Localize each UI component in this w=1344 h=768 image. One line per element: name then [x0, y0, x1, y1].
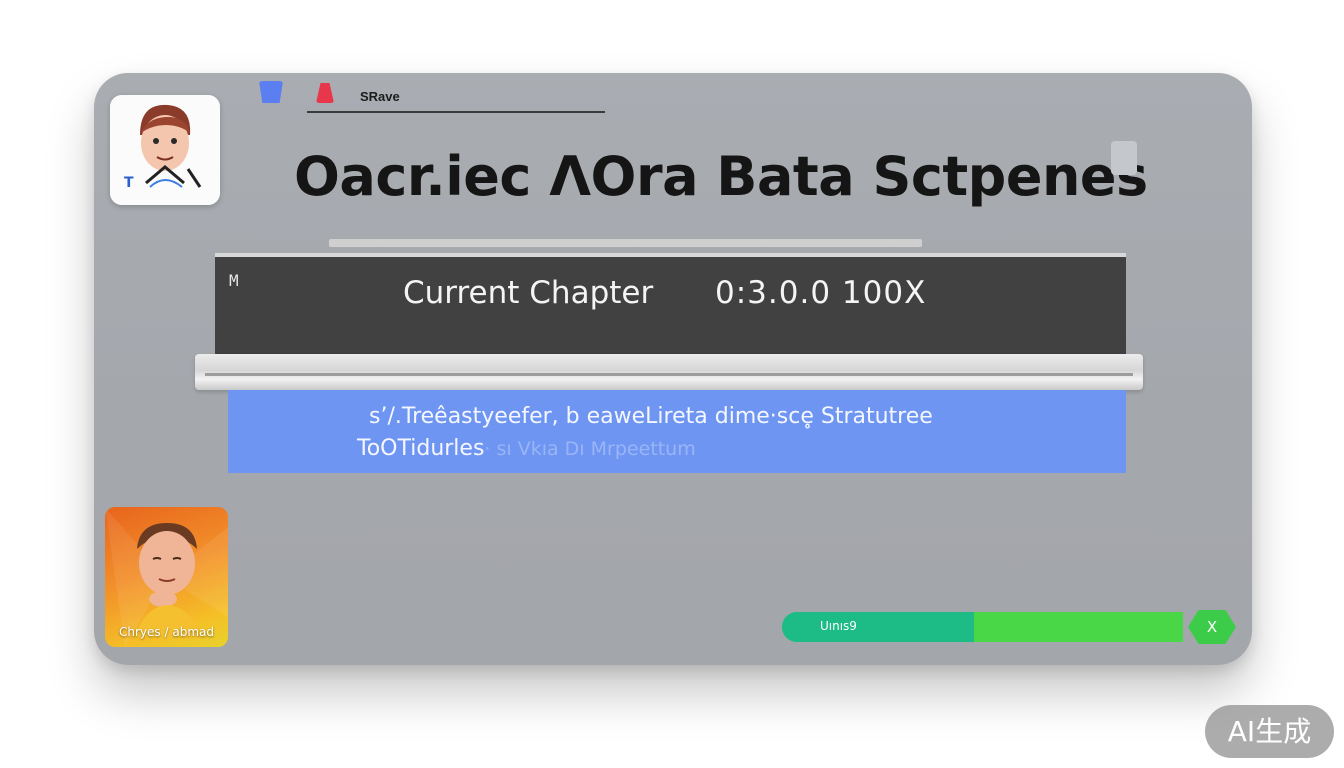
progress-fill: [782, 612, 975, 642]
info-line-2-faded: · sı Vkıa Dı Mrpeettum: [484, 438, 696, 460]
tab-underline: [307, 111, 605, 113]
progress-bar[interactable]: Uınıs9: [782, 612, 1183, 642]
chapter-label: Current Chapter: [403, 275, 654, 311]
info-line-1: s’/.Treêastyeefer, b eaweLireta dime·sce…: [369, 404, 933, 429]
svg-text:T: T: [124, 175, 134, 191]
ai-generated-badge: AI生成: [1205, 705, 1334, 758]
page-title: Oacr.iec ΛOra Bata Sctpenes: [294, 145, 1148, 208]
user-avatar-bottom[interactable]: Chryes / abmad: [105, 507, 228, 647]
save-tab-label[interactable]: SRave: [360, 89, 400, 104]
info-line-2-text: ToOTidurles: [357, 436, 485, 461]
user-avatar-top[interactable]: T: [110, 95, 220, 205]
chapter-marker: M: [229, 271, 239, 290]
chapter-value: 0:3.0.0 100X: [715, 275, 927, 311]
avatar-caption: Chryes / abmad: [119, 625, 214, 639]
cartoon-man-avatar-icon: T: [110, 95, 220, 205]
current-chapter-panel: M Current Chapter 0:3.0.0 100X: [215, 253, 1126, 354]
info-line-2: ToOTidurles· sı Vkıa Dı Mrpeettum: [357, 436, 696, 461]
close-icon[interactable]: X: [1188, 610, 1236, 644]
progress-label: Uınıs9: [820, 619, 857, 633]
panel-top-shelf: [329, 239, 922, 247]
tray-divider: [205, 373, 1133, 376]
app-window: T SRave Oacr.iec ΛOra Bata Sctpenes M Cu…: [94, 73, 1252, 665]
panel-tray: [195, 354, 1143, 390]
red-tab-icon[interactable]: [316, 83, 334, 103]
blue-tab-icon[interactable]: [259, 81, 283, 103]
info-banner: s’/.Treêastyeefer, b eaweLireta dime·sce…: [228, 390, 1126, 473]
window-corner-button[interactable]: [1111, 141, 1137, 175]
